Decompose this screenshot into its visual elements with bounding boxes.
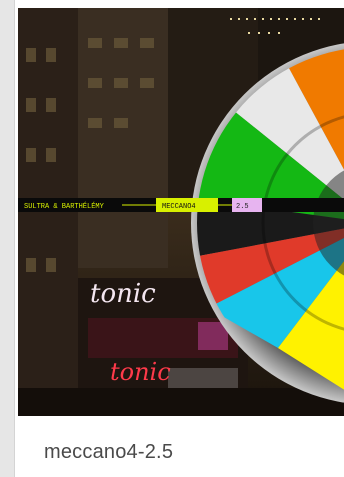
neon-sign-bottom: tonic bbox=[110, 358, 171, 386]
neon-sign-top: tonic bbox=[90, 279, 156, 309]
band-version-text: 2.5 bbox=[236, 203, 249, 211]
band-album-text: MECCANO4 bbox=[162, 203, 196, 211]
band-artists-text: SULTRA & BARTHÉLÉMY bbox=[24, 202, 105, 211]
album-title[interactable]: meccano4-2.5 bbox=[44, 441, 173, 464]
album-cover-art[interactable]: SULTRA & BARTHÉLÉMY MECCANO4 2.5 tonic t… bbox=[18, 8, 344, 416]
